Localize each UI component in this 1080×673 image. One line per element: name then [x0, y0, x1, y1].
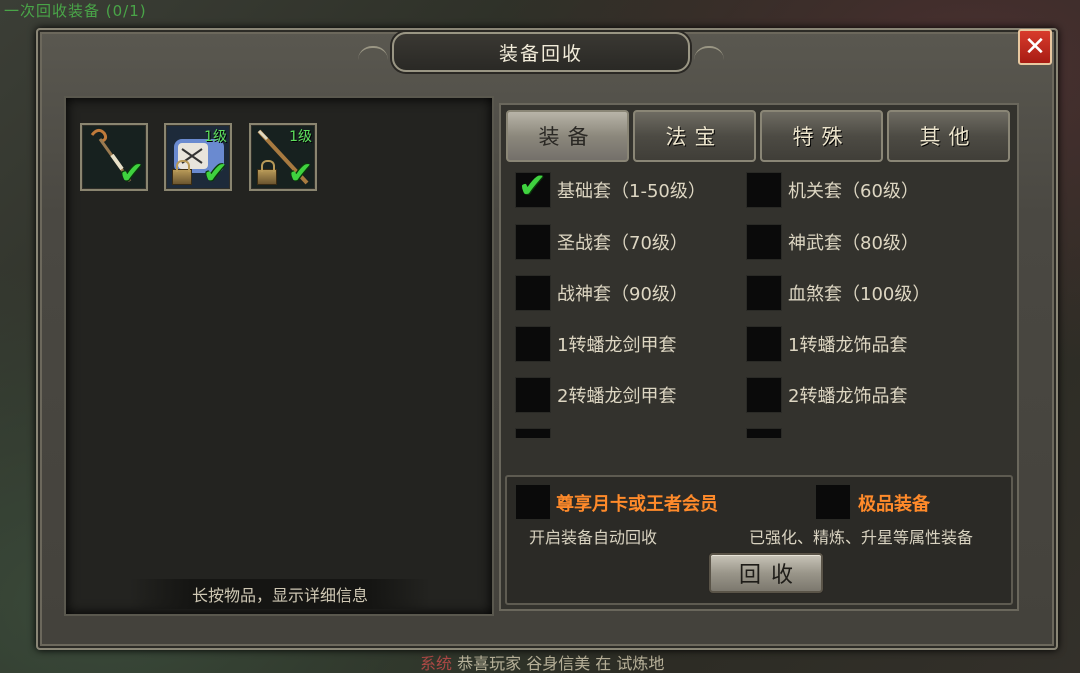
- option-checkbox[interactable]: [515, 275, 551, 311]
- option-label: 2转蟠龙饰品套: [788, 386, 908, 407]
- option-label: 2转蟠龙剑甲套: [557, 386, 677, 407]
- lock-icon: [257, 160, 277, 185]
- option-checkbox[interactable]: [515, 326, 551, 362]
- option-war-god-set[interactable]: 战神套（90级）: [515, 275, 688, 311]
- system-tag: 系统: [420, 654, 453, 673]
- option-label: 1转蟠龙饰品套: [788, 335, 908, 356]
- tab-treasure[interactable]: 法宝: [633, 110, 756, 162]
- premium-label: 极品装备: [858, 494, 930, 515]
- inventory-slot-1[interactable]: ✔: [80, 123, 148, 191]
- inventory-slot-2[interactable]: 1级 ✔: [164, 123, 232, 191]
- option-checkbox[interactable]: [746, 275, 782, 311]
- vip-checkbox[interactable]: [515, 484, 551, 520]
- option-1st-dragon-armor-set[interactable]: 1转蟠龙剑甲套: [515, 326, 676, 362]
- option-checkbox[interactable]: [746, 172, 782, 208]
- option-checkbox[interactable]: [746, 326, 782, 362]
- system-message-text: 恭喜玩家 谷身信美 在 试炼地: [457, 654, 665, 673]
- tab-equipment[interactable]: 装备: [506, 110, 629, 162]
- lock-icon: [172, 160, 192, 185]
- option-checkbox[interactable]: [746, 428, 782, 438]
- option-label: 机关套（60级）: [788, 181, 919, 202]
- vip-description: 开启装备自动回收: [529, 528, 658, 547]
- recycle-options-list[interactable]: 基础套（1-50级） 机关套（60级） 圣战套（70级） 神武套（80级） 战神…: [507, 166, 1013, 438]
- option-label: 战神套（90级）: [557, 284, 688, 305]
- close-button[interactable]: ✕: [1018, 29, 1052, 65]
- selected-check-icon: ✔: [202, 156, 228, 191]
- option-checkbox[interactable]: [515, 169, 551, 208]
- item-level: 1级: [289, 129, 312, 145]
- dialog-title: 装备回收: [498, 42, 583, 65]
- option-blood-fiend-set[interactable]: 血煞套（100级）: [746, 275, 930, 311]
- option-basic-set[interactable]: 基础套（1-50级）: [515, 169, 706, 208]
- dialog-title-plate: 装备回收: [358, 32, 724, 72]
- option-label: 基础套（1-50级）: [557, 181, 706, 202]
- tab-other[interactable]: 其他: [887, 110, 1010, 162]
- option-label: 1转蟠龙剑甲套: [557, 335, 677, 356]
- long-press-hint: 长按物品，显示详细信息: [130, 579, 430, 609]
- tab-special[interactable]: 特殊: [760, 110, 883, 162]
- selected-check-icon: ✔: [287, 156, 313, 191]
- option-next-row-partial[interactable]: [746, 428, 782, 438]
- option-mechanism-set[interactable]: 机关套（60级）: [746, 172, 919, 208]
- vip-auto-recycle-toggle[interactable]: [515, 484, 551, 520]
- inventory-slot-3[interactable]: 1级 ✔: [249, 123, 317, 191]
- option-checkbox[interactable]: [746, 224, 782, 260]
- category-tabs: 装备 法宝 特殊 其他: [506, 110, 1010, 162]
- option-label: 圣战套（70级）: [557, 233, 688, 254]
- option-checkbox[interactable]: [515, 377, 551, 413]
- selected-check-icon: ✔: [118, 156, 144, 191]
- recycle-button[interactable]: 回收: [709, 553, 823, 593]
- quest-tracker-text[interactable]: 一次回收装备 (0/1): [4, 0, 147, 21]
- option-divine-martial-set[interactable]: 神武套（80级）: [746, 224, 919, 260]
- premium-equipment-toggle[interactable]: [815, 484, 851, 520]
- option-1st-dragon-accessory-set[interactable]: 1转蟠龙饰品套: [746, 326, 907, 362]
- option-label: 神武套（80级）: [788, 233, 919, 254]
- item-level: 1级: [204, 129, 227, 145]
- option-2nd-dragon-armor-set[interactable]: 2转蟠龙剑甲套: [515, 377, 676, 413]
- option-2nd-dragon-accessory-set[interactable]: 2转蟠龙饰品套: [746, 377, 907, 413]
- option-holy-war-set[interactable]: 圣战套（70级）: [515, 224, 688, 260]
- option-checkbox[interactable]: [515, 428, 551, 438]
- close-icon: ✕: [1024, 32, 1046, 62]
- option-label: 血煞套（100级）: [788, 284, 931, 305]
- premium-description: 已强化、精炼、升星等属性装备: [749, 528, 974, 547]
- vip-label: 尊享月卡或王者会员: [556, 494, 718, 515]
- premium-checkbox[interactable]: [815, 484, 851, 520]
- option-checkbox[interactable]: [515, 224, 551, 260]
- option-checkbox[interactable]: [746, 377, 782, 413]
- option-next-row-partial[interactable]: [515, 428, 551, 438]
- system-broadcast: 系统 恭喜玩家 谷身信美 在 试炼地: [420, 650, 664, 673]
